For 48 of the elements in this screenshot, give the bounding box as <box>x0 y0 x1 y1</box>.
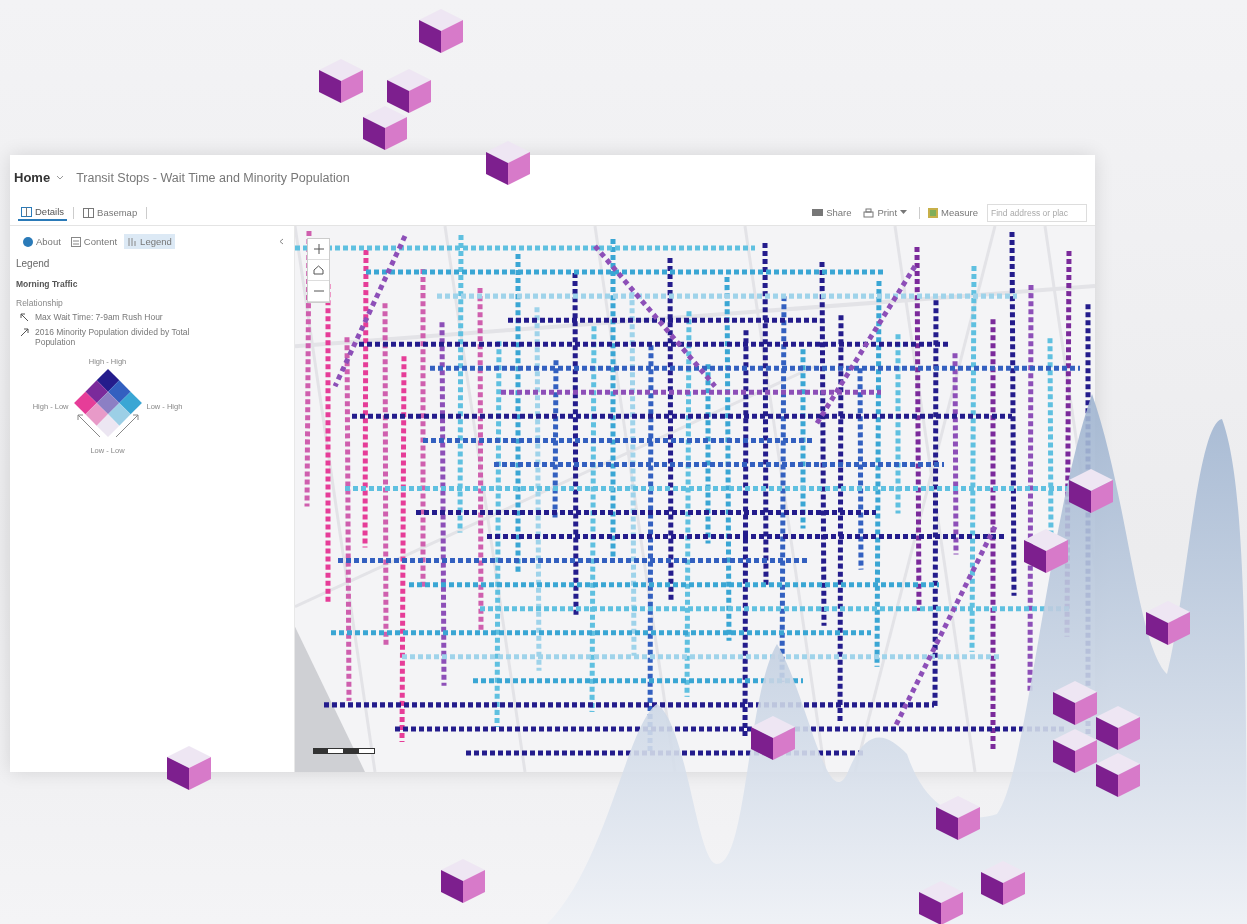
cube-drawing <box>1095 752 1141 798</box>
home-icon <box>313 265 324 275</box>
cube-drawing <box>935 795 981 841</box>
field-label: 2016 Minority Population divided by Total Population <box>35 327 191 347</box>
panel-tab[interactable]: About <box>20 234 64 249</box>
cube-drawing <box>918 880 964 924</box>
printer-icon <box>863 207 875 218</box>
cube-drawing <box>1095 705 1141 751</box>
plus-icon <box>313 244 324 254</box>
panel-tab[interactable]: Content <box>67 234 121 249</box>
list-icon <box>70 236 81 247</box>
toolbar-button[interactable]: Measure <box>916 204 981 221</box>
cube-drawing <box>485 140 531 186</box>
collapse-icon[interactable] <box>279 238 284 245</box>
legend-type: Relationship <box>16 298 64 308</box>
cube-drawing <box>418 8 464 54</box>
field-label: Max Wait Time: 7-9am Rush Hour <box>35 312 163 322</box>
panel-tab[interactable]: Legend <box>124 234 175 249</box>
cube-drawing <box>1068 468 1114 514</box>
cube-drawing <box>1145 600 1191 646</box>
cube-drawing <box>980 860 1026 906</box>
cube-drawing <box>386 68 432 114</box>
panel-layout-icon <box>83 207 95 218</box>
panel-layout-icon <box>21 206 32 217</box>
cube-drawing <box>1052 728 1098 774</box>
caret-icon <box>56 174 65 181</box>
toolbar-tab[interactable]: Details <box>18 204 68 221</box>
scale-bar-icon <box>313 748 375 754</box>
layer-name: Morning Traffic <box>16 279 79 289</box>
cube-drawing <box>1052 680 1098 726</box>
toolbar-button[interactable]: Share <box>809 205 855 220</box>
legend-heading: Legend <box>16 258 51 269</box>
cube-drawing <box>166 745 212 791</box>
home-link[interactable]: Home <box>14 170 51 185</box>
info-icon <box>23 236 33 247</box>
cube-drawing <box>362 105 408 151</box>
cube-drawing <box>1023 528 1069 574</box>
arrow-icon <box>20 313 29 322</box>
search-field[interactable]: Find address or plac <box>987 203 1087 222</box>
legend-icon <box>127 236 138 247</box>
arrow-icon <box>20 328 29 337</box>
cube-drawing <box>750 715 796 761</box>
cube-drawing <box>318 58 364 104</box>
toolbar-tab[interactable]: Basemap <box>80 205 141 220</box>
cube-drawing <box>440 858 486 904</box>
map-title: Transit Stops - Wait Time and Minority Population <box>76 170 350 185</box>
caret-icon <box>900 210 908 215</box>
toolbar-button[interactable]: Print <box>860 205 911 220</box>
